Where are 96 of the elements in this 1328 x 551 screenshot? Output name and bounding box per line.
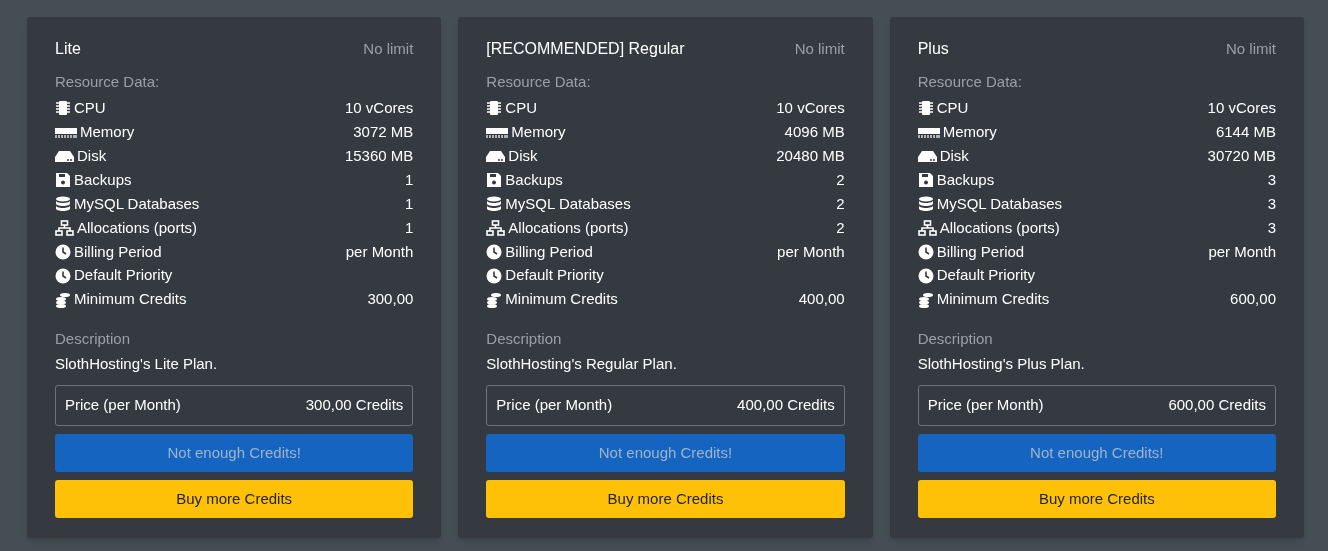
coins-icon <box>486 291 503 308</box>
resource-label: Backups <box>936 169 995 190</box>
resource-value: 4096 MB <box>784 122 845 143</box>
section-label: Resource Data: <box>55 72 161 92</box>
resource-value: 10 vCores <box>776 98 845 119</box>
resource-value: 10 vCores <box>1207 98 1276 119</box>
resource-label: Billing Period <box>505 241 593 262</box>
clock-icon <box>486 267 503 284</box>
resource-label: Billing Period <box>74 241 162 262</box>
resource-value: 3 <box>1267 193 1276 214</box>
resource-value: 1 <box>405 217 414 238</box>
resource-label: Memory <box>80 122 135 143</box>
resource-label: Disk <box>77 145 107 166</box>
network-icon <box>917 219 937 236</box>
plan-description: SlothHosting's Regular Plan. <box>486 354 678 374</box>
resource-value: 300,00 <box>367 289 414 310</box>
resource-value: 30720 MB <box>1207 145 1276 166</box>
resource-value: 2 <box>836 193 845 214</box>
resource-value: 600,00 <box>1230 289 1276 310</box>
resource-label: Backups <box>505 169 563 190</box>
price-value: 600,00 Credits <box>1168 395 1266 416</box>
plan-description: SlothHosting's Lite Plan. <box>55 354 219 374</box>
buy-credits-button[interactable]: Buy more Credits <box>55 480 414 518</box>
clock-icon <box>486 243 503 260</box>
resource-label: Default Priority <box>74 265 173 286</box>
resource-label: MySQL Databases <box>74 193 200 214</box>
section-label: Description <box>55 328 132 349</box>
plan-title: Lite <box>55 39 81 59</box>
clock-icon <box>55 243 71 260</box>
resource-value: 3 <box>1267 169 1276 190</box>
network-icon <box>55 219 74 236</box>
resource-label: Default Priority <box>936 265 1036 286</box>
resource-value: per Month <box>345 241 414 262</box>
resource-label: Default Priority <box>505 265 604 286</box>
coins-icon <box>55 291 71 308</box>
resource-value: per Month <box>777 241 845 262</box>
plan-description: SlothHosting's Plus Plan. <box>917 354 1086 374</box>
plan-limit: No limit <box>794 38 845 59</box>
resource-label: Memory <box>942 122 997 143</box>
network-icon <box>486 219 506 236</box>
hard-drive-icon <box>55 148 74 165</box>
resource-label: Allocations (ports) <box>77 217 198 238</box>
price-label: Price (per Month) <box>65 395 181 416</box>
resource-label: Backups <box>74 169 132 190</box>
section-label: Description <box>486 328 563 349</box>
resource-label: Allocations (ports) <box>508 217 629 238</box>
resource-label: Billing Period <box>936 241 1025 262</box>
resource-value: 3 <box>1267 217 1276 238</box>
plan-limit: No limit <box>1225 38 1276 59</box>
resource-value: 1 <box>405 193 414 214</box>
resource-label: CPU <box>505 98 537 119</box>
resource-label: Disk <box>508 145 538 166</box>
resource-value: 400,00 <box>798 289 845 310</box>
clock-icon <box>917 243 934 260</box>
buy-credits-button[interactable]: Buy more Credits <box>917 480 1276 518</box>
resource-value: 2 <box>836 217 845 238</box>
resource-label: Minimum Credits <box>74 289 187 310</box>
chip-icon <box>486 100 503 117</box>
price-label: Price (per Month) <box>496 395 613 416</box>
resource-label: Memory <box>511 122 566 143</box>
section-label: Description <box>917 328 994 349</box>
plan-title: Plus <box>917 39 949 59</box>
hard-drive-icon <box>486 148 506 165</box>
clock-icon <box>917 267 934 284</box>
resource-label: Minimum Credits <box>505 289 618 310</box>
database-icon <box>55 196 71 212</box>
chip-icon <box>55 100 71 117</box>
resource-value: 15360 MB <box>344 145 414 166</box>
resource-label: CPU <box>74 98 106 119</box>
resource-label: MySQL Databases <box>505 193 631 214</box>
database-icon <box>486 196 503 212</box>
chip-icon <box>917 100 934 117</box>
plan-limit: No limit <box>363 38 414 59</box>
coins-icon <box>917 291 934 308</box>
resource-value: 3072 MB <box>353 122 414 143</box>
resource-label: Minimum Credits <box>936 289 1050 310</box>
plan-title: [RECOMMENDED] Regular <box>486 39 685 59</box>
resource-value: 1 <box>405 169 414 190</box>
buy-credits-button[interactable]: Buy more Credits <box>486 480 845 518</box>
section-label: Resource Data: <box>486 72 592 92</box>
hard-drive-icon <box>917 148 937 165</box>
resource-value: 10 vCores <box>344 98 414 119</box>
resource-value: 2 <box>836 169 845 190</box>
clock-icon <box>55 267 71 284</box>
resource-label: CPU <box>936 98 969 119</box>
resource-label: Disk <box>939 145 969 166</box>
price-label: Price (per Month) <box>927 395 1044 416</box>
database-icon <box>917 196 934 212</box>
section-label: Resource Data: <box>917 72 1023 92</box>
resource-label: Allocations (ports) <box>939 217 1060 238</box>
price-value: 400,00 Credits <box>737 395 835 416</box>
price-value: 300,00 Credits <box>305 395 404 416</box>
resource-value: per Month <box>1208 241 1276 262</box>
resource-label: MySQL Databases <box>936 193 1062 214</box>
resource-value: 20480 MB <box>776 145 845 166</box>
resource-value: 6144 MB <box>1215 122 1276 143</box>
